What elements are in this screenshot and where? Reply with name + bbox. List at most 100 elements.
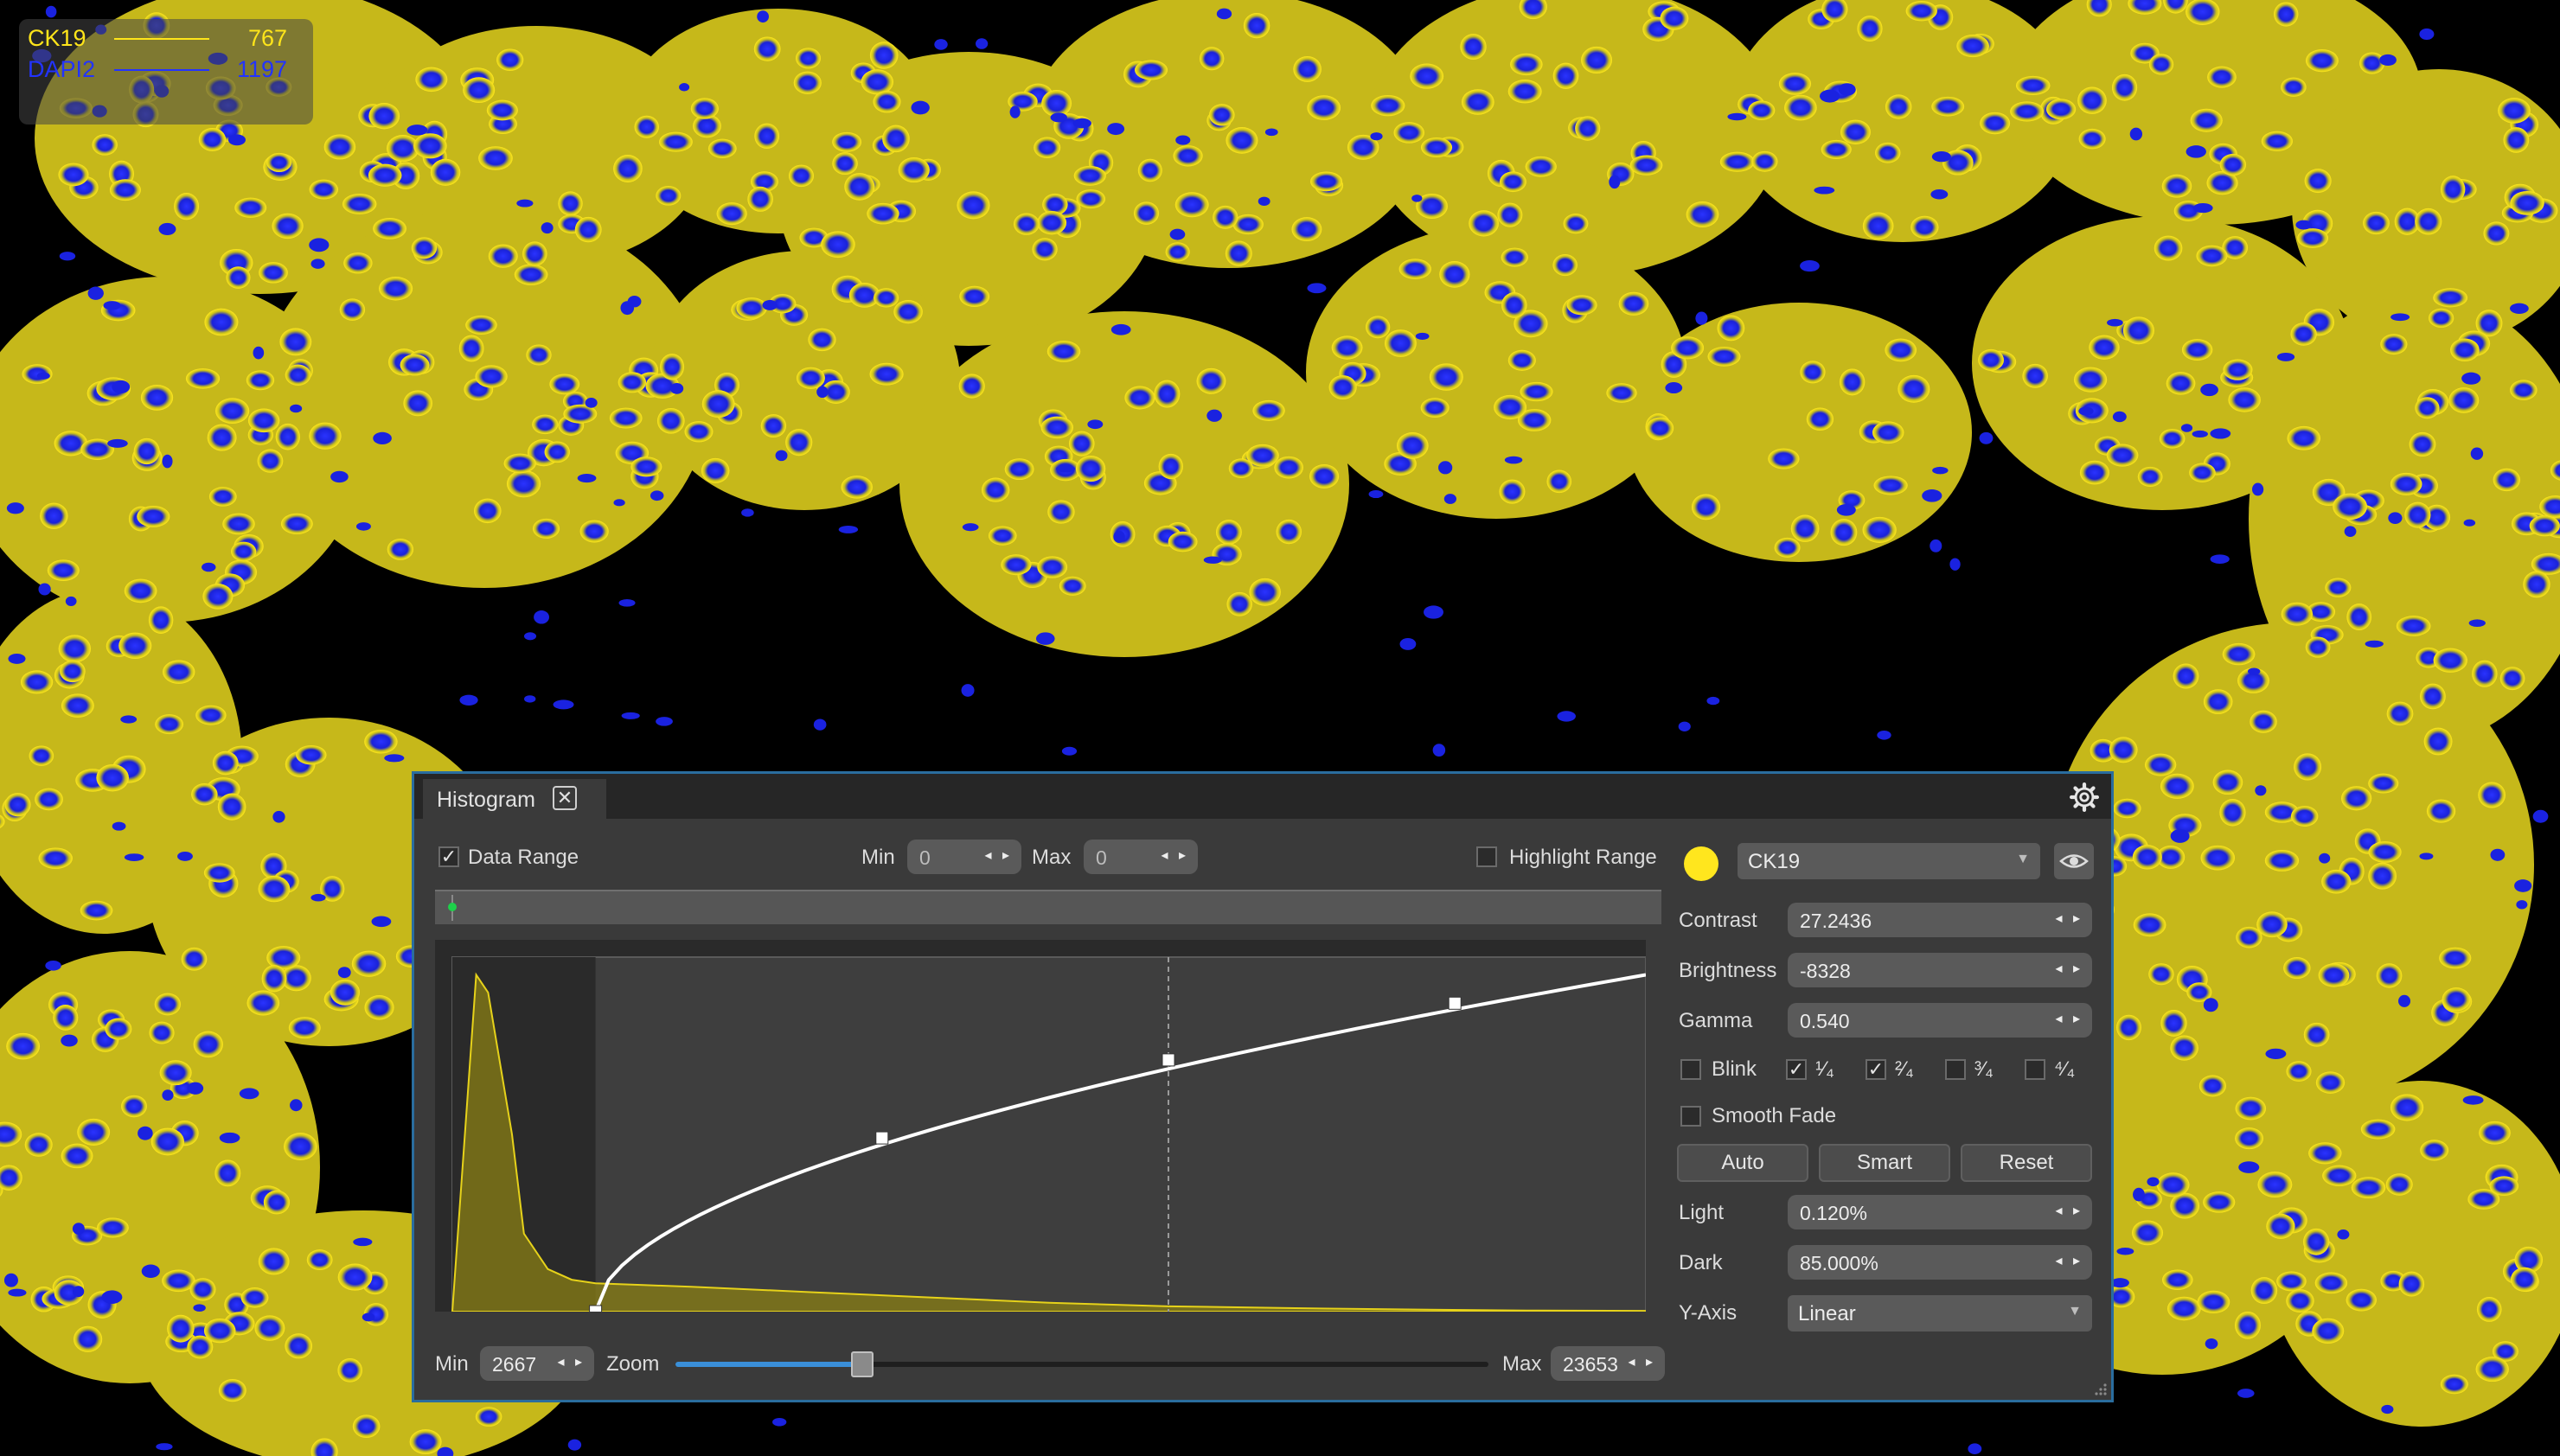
stromal-nucleus	[1087, 419, 1104, 430]
cell-nucleus	[2333, 493, 2368, 520]
zoom-slider[interactable]	[675, 1351, 1488, 1377]
cell-nucleus	[1226, 127, 1258, 154]
curve-handle[interactable]	[1448, 996, 1462, 1010]
smart-button[interactable]: Smart	[1819, 1144, 1950, 1182]
top-min-spinbox[interactable]: 0 ◂ ▸	[907, 840, 1021, 874]
close-icon[interactable]: ✕	[553, 786, 577, 810]
zoom-slider-thumb[interactable]	[851, 1351, 874, 1377]
spin-arrows-icon[interactable]: ◂ ▸	[984, 846, 1013, 864]
contrast-value: 27.2436	[1800, 910, 1872, 932]
stromal-nucleus	[816, 386, 829, 399]
stromal-nucleus	[2390, 313, 2410, 322]
cell-nucleus	[496, 48, 524, 72]
stromal-nucleus	[72, 1223, 85, 1235]
stromal-nucleus	[2112, 411, 2127, 423]
cell-nucleus	[1398, 259, 1431, 279]
cell-nucleus	[60, 660, 86, 683]
curve-handle[interactable]	[589, 1305, 603, 1312]
reset-button[interactable]: Reset	[1961, 1144, 2092, 1182]
spin-arrows-icon[interactable]: ◂ ▸	[1161, 846, 1189, 864]
brightness-spinbox[interactable]: -8328 ◂ ▸	[1788, 953, 2092, 987]
cell-nucleus	[2303, 1228, 2330, 1255]
bottom-min-spinbox[interactable]: 2667 ◂ ▸	[480, 1346, 594, 1381]
stromal-nucleus	[1035, 632, 1055, 645]
cell-nucleus	[2297, 228, 2329, 248]
stromal-nucleus	[618, 599, 636, 607]
gear-icon[interactable]	[2070, 782, 2099, 812]
cell-nucleus	[716, 202, 747, 226]
cell-nucleus	[1133, 201, 1160, 225]
bottom-max-spinbox[interactable]: 23653 ◂ ▸	[1551, 1346, 1665, 1381]
fraction-2-checkbox[interactable]: ✓	[1866, 1059, 1886, 1080]
cell-nucleus	[2489, 1176, 2519, 1196]
cell-nucleus	[58, 635, 92, 663]
cell-nucleus	[2122, 316, 2154, 345]
resize-grip-icon[interactable]	[2092, 1381, 2108, 1396]
stromal-nucleus	[353, 1237, 373, 1247]
curve-handle[interactable]	[1162, 1053, 1175, 1067]
stromal-nucleus	[1800, 259, 1820, 272]
range-marker-icon[interactable]	[444, 891, 461, 923]
cell-nucleus	[2132, 1220, 2164, 1246]
range-strip[interactable]	[435, 890, 1661, 924]
eye-icon[interactable]	[2054, 843, 2094, 879]
fraction-3-checkbox[interactable]	[1945, 1059, 1966, 1080]
cell-nucleus	[841, 476, 873, 499]
cell-nucleus	[2368, 862, 2397, 890]
stromal-nucleus	[1424, 605, 1443, 619]
cell-nucleus	[29, 745, 54, 766]
smooth-fade-checkbox[interactable]	[1680, 1106, 1701, 1127]
cell-nucleus	[1507, 80, 1542, 104]
cell-nucleus	[193, 1031, 223, 1058]
cell-nucleus	[2261, 131, 2294, 151]
cell-nucleus	[2203, 689, 2233, 714]
y-axis-select[interactable]: Linear ▼	[1788, 1295, 2092, 1331]
fraction-1-checkbox[interactable]: ✓	[1786, 1059, 1807, 1080]
stromal-nucleus	[650, 490, 664, 501]
spin-arrows-icon[interactable]: ◂ ▸	[2055, 1202, 2083, 1219]
cell-nucleus	[246, 990, 280, 1016]
cell-nucleus	[2305, 48, 2339, 73]
data-range-checkbox[interactable]: ✓	[438, 846, 459, 867]
top-max-spinbox[interactable]: 0 ◂ ▸	[1084, 840, 1198, 874]
cell-nucleus	[415, 67, 448, 93]
stromal-nucleus	[2516, 900, 2528, 910]
auto-button[interactable]: Auto	[1677, 1144, 1808, 1182]
curve-handle[interactable]	[875, 1131, 889, 1145]
tab-histogram[interactable]: Histogram ✕	[423, 779, 606, 819]
gamma-spinbox[interactable]: 0.540 ◂ ▸	[1788, 1003, 2092, 1038]
spin-arrows-icon[interactable]: ◂ ▸	[2055, 960, 2083, 977]
cell-nucleus	[874, 288, 899, 308]
cell-nucleus	[1213, 205, 1238, 229]
cell-nucleus	[2235, 1096, 2267, 1121]
stromal-nucleus	[272, 810, 285, 823]
cell-nucleus	[2479, 1121, 2511, 1145]
contrast-spinbox[interactable]: 27.2436 ◂ ▸	[1788, 903, 2092, 937]
histogram-panel[interactable]: Histogram ✕ ✓ Data Range Min 0 ◂ ▸ Max 0…	[412, 771, 2114, 1402]
channel-select[interactable]: CK19 ▼	[1738, 843, 2040, 879]
stromal-nucleus	[253, 346, 265, 360]
cell-nucleus	[148, 606, 174, 634]
spin-arrows-icon[interactable]: ◂ ▸	[2055, 1010, 2083, 1027]
stromal-nucleus	[2170, 829, 2190, 843]
stromal-nucleus	[2078, 406, 2094, 416]
cell-nucleus	[1691, 494, 1721, 520]
blink-checkbox[interactable]	[1680, 1059, 1701, 1080]
spin-arrows-icon[interactable]: ◂ ▸	[2055, 1252, 2083, 1269]
histogram-plot[interactable]	[435, 940, 1646, 1312]
channel-color-swatch[interactable]	[1684, 846, 1718, 881]
cell-nucleus	[2156, 1172, 2190, 1197]
spin-arrows-icon[interactable]: ◂ ▸	[557, 1353, 586, 1370]
fraction-4-checkbox[interactable]	[2025, 1059, 2045, 1080]
spin-arrows-icon[interactable]: ◂ ▸	[1628, 1353, 1656, 1370]
stromal-nucleus	[1930, 539, 1942, 552]
stromal-nucleus	[613, 499, 625, 507]
highlight-range-checkbox[interactable]	[1476, 846, 1497, 867]
stromal-nucleus	[2295, 220, 2312, 230]
stromal-nucleus	[1072, 118, 1091, 129]
light-spinbox[interactable]: 0.120% ◂ ▸	[1788, 1195, 2092, 1229]
dark-spinbox[interactable]: 85.000% ◂ ▸	[1788, 1245, 2092, 1280]
spin-arrows-icon[interactable]: ◂ ▸	[2055, 910, 2083, 927]
stromal-nucleus	[961, 684, 975, 697]
cell-nucleus	[684, 421, 714, 443]
